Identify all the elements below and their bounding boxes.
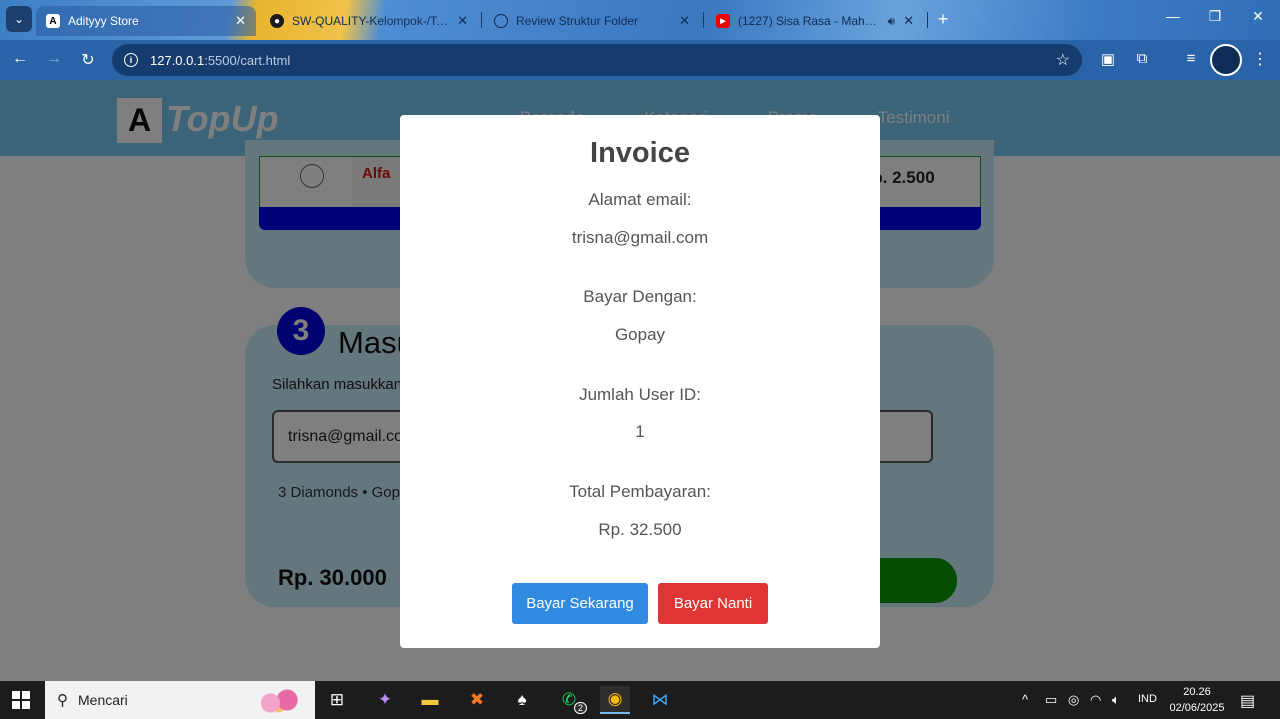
tab-title: Adityyy Store	[68, 14, 139, 28]
site-info-icon[interactable]: i	[124, 53, 138, 67]
search-placeholder: Mencari	[78, 692, 128, 708]
profile-avatar[interactable]	[1210, 44, 1242, 76]
xampp-icon[interactable]: ✖	[462, 686, 492, 714]
restore-icon[interactable]: ❐	[1200, 8, 1230, 25]
minimize-icon[interactable]: —	[1158, 8, 1188, 24]
tab-review-struktur[interactable]: Review Struktur Folder ✕	[484, 6, 700, 36]
new-tab-button[interactable]: +	[932, 8, 954, 30]
web-page: A TopUp Beranda Kategori Promo Testimoni…	[0, 80, 1280, 681]
tab-separator	[703, 12, 704, 28]
whatsapp-badge: 2	[573, 702, 587, 714]
back-icon[interactable]: ←	[8, 50, 32, 68]
speaker-icon[interactable]: 🔊︎	[888, 14, 896, 29]
email-value: trisna@gmail.com	[571, 228, 709, 247]
close-tab-icon[interactable]: ✕	[679, 13, 690, 29]
volume-icon[interactable]: 🔈︎	[1112, 692, 1120, 708]
url-host: 127.0.0.1	[150, 52, 205, 68]
pay-later-button[interactable]: Bayar Nanti	[658, 583, 768, 624]
media-control-icon[interactable]: ≡	[1180, 50, 1202, 67]
tab-title: SW-QUALITY-Kelompok-/Tests	[292, 14, 450, 28]
windows-taskbar: ⚲ Mencari ⊞ ✦ ▬ ✖ ♠ ✆ 2 ◉ ⋈ ^ ▭ ◎ ◠ 🔈︎ IN…	[0, 681, 1280, 719]
browser-tab-strip: ⌄ A Adityyy Store ✕ ● SW-QUALITY-Kelompo…	[0, 0, 1280, 40]
tab-title: Review Struktur Folder	[516, 14, 639, 28]
tab-separator	[481, 12, 482, 28]
total-payment-value: Rp. 32.500	[598, 520, 682, 539]
clock-time: 20.26	[1183, 686, 1211, 698]
tab-adityyy-store[interactable]: A Adityyy Store ✕	[36, 6, 256, 36]
close-window-icon[interactable]: ✕	[1243, 8, 1273, 25]
menu-kebab-icon[interactable]: ⋮	[1252, 49, 1268, 69]
vscode-icon[interactable]: ⋈	[645, 686, 675, 714]
language-indicator[interactable]: IND	[1138, 693, 1157, 705]
invoice-title: Invoice	[590, 137, 690, 169]
openai-icon	[494, 14, 508, 28]
tab-title: (1227) Sisa Rasa - Mahalini	[738, 14, 880, 28]
solitaire-icon[interactable]: ♠	[507, 686, 537, 714]
copilot-icon[interactable]: ✦	[370, 686, 400, 714]
reload-icon[interactable]: ↻	[76, 50, 100, 70]
wifi-icon[interactable]: ◠	[1090, 692, 1101, 708]
windows-start-icon[interactable]	[12, 691, 30, 709]
tab-separator	[927, 12, 928, 28]
payment-method-value: Gopay	[614, 325, 666, 344]
notification-icon[interactable]: ▤	[1240, 691, 1255, 711]
user-id-count-value: 1	[635, 422, 645, 441]
address-bar[interactable]: i 127.0.0.1 :5500/cart.html ☆	[112, 44, 1082, 76]
file-explorer-icon[interactable]: ▬	[415, 686, 445, 714]
email-label: Alamat email:	[588, 190, 692, 209]
bookmark-star-icon[interactable]: ☆	[1056, 50, 1070, 70]
battery-icon[interactable]: ▭	[1045, 692, 1057, 708]
chevron-up-icon[interactable]: ^	[1022, 692, 1028, 707]
url-path: :5500/cart.html	[204, 52, 291, 68]
puzzle-extensions-icon[interactable]: ⧉	[1131, 50, 1153, 67]
user-id-count-label: Jumlah User ID:	[579, 385, 701, 404]
extension-icon[interactable]: ▣	[1097, 50, 1119, 68]
invoice-modal: Invoice Alamat email: trisna@gmail.com B…	[400, 115, 880, 648]
github-icon: ●	[270, 14, 284, 28]
system-clock[interactable]: 20.26 02/06/2025	[1165, 684, 1229, 716]
tab-youtube[interactable]: ▶ (1227) Sisa Rasa - Mahalini 🔊︎ ✕	[706, 6, 924, 36]
youtube-icon: ▶	[716, 14, 730, 28]
close-tab-icon[interactable]: ✕	[235, 13, 246, 29]
close-tab-icon[interactable]: ✕	[903, 13, 914, 29]
forward-icon[interactable]: →	[42, 50, 66, 68]
search-highlight-image	[248, 685, 304, 715]
pay-now-button[interactable]: Bayar Sekarang	[512, 583, 648, 624]
a-logo-icon: A	[46, 14, 60, 28]
chrome-icon[interactable]: ◉	[600, 686, 630, 714]
task-view-icon[interactable]: ⊞	[322, 686, 352, 714]
clock-date: 02/06/2025	[1169, 702, 1225, 714]
browser-toolbar: ← → ↻ i 127.0.0.1 :5500/cart.html ☆ ▣ ⧉ …	[0, 40, 1280, 80]
tab-search-button[interactable]: ⌄	[6, 6, 32, 32]
total-payment-label: Total Pembayaran:	[569, 482, 711, 501]
close-tab-icon[interactable]: ✕	[457, 13, 468, 29]
payment-method-label: Bayar Dengan:	[583, 287, 697, 306]
meet-icon[interactable]: ◎	[1068, 692, 1079, 708]
search-icon: ⚲	[57, 692, 68, 709]
tab-github[interactable]: ● SW-QUALITY-Kelompok-/Tests ✕	[260, 6, 478, 36]
whatsapp-icon[interactable]: ✆ 2	[554, 686, 587, 714]
